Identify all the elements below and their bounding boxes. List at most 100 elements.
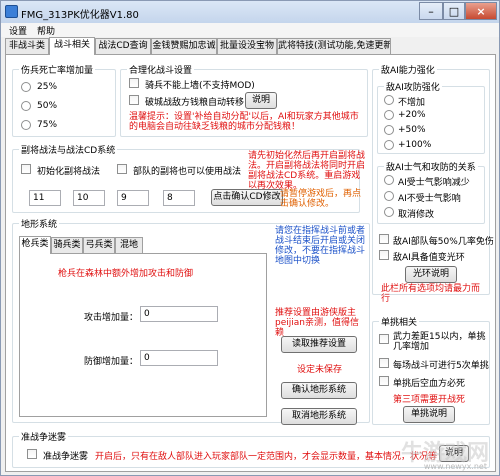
- terrain-desc: 枪兵在森林中额外增加攻击和防御: [58, 269, 194, 279]
- cavalry-wall-label: 骑兵不能上墙(不支持MOD): [145, 81, 255, 91]
- attack-input[interactable]: 0: [140, 306, 218, 322]
- terrain-confirm-button[interactable]: 确认地形系统: [281, 382, 357, 399]
- ai-morale-group: 敌AI士气和攻防的关系 AI受士气影响减少 AI不受士气影响 取消修改: [377, 160, 485, 224]
- ai-halo-checkbox[interactable]: [379, 250, 389, 260]
- menu-settings[interactable]: 设置: [9, 24, 27, 37]
- cd-input-2[interactable]: 10: [73, 190, 105, 206]
- deputy-skill-checkbox[interactable]: [117, 164, 127, 174]
- terrain-note-red: 推荐设置由游侠版主peijian亲测，值得信赖: [275, 308, 359, 338]
- terrain-unsaved: 设定未保存: [297, 365, 343, 375]
- cavalry-wall-checkbox[interactable]: [129, 78, 139, 88]
- ai-opt-explain-button[interactable]: 说明: [245, 92, 277, 109]
- skill-cd-note-orange: 请暂停游戏后，再点击确认修改。: [280, 189, 362, 209]
- radio-75[interactable]: [21, 120, 31, 130]
- cd-input-1[interactable]: 11: [29, 190, 61, 206]
- ai-attack-group: 敌AI攻防强化 不增加 +20% +50% +100%: [377, 80, 485, 154]
- cd-input-4[interactable]: 8: [163, 190, 195, 206]
- skill-cd-title: 副将战法与战法CD系统: [19, 143, 118, 156]
- ai-boost-title: 敌AI能力强化: [379, 63, 437, 76]
- duel-title: 单挑相关: [379, 315, 420, 328]
- ai-attack-50-radio[interactable]: [384, 125, 394, 135]
- read-recommended-button[interactable]: 读取推荐设置: [281, 336, 357, 353]
- ai-halo-label: 敌AI具备值变光环: [393, 253, 465, 263]
- radio-75-label: 75%: [37, 120, 58, 130]
- terrain-group: 地形系统 枪兵类 骑兵类 弓兵类 混地 枪兵在森林中额外增加攻击和防御 攻击增加…: [12, 217, 370, 425]
- cd-input-3[interactable]: 9: [117, 190, 149, 206]
- maximize-button[interactable]: □: [443, 2, 465, 20]
- duel-group: 单挑相关 武力差距15以内，单挑几率增加 每场战斗可进行5次单挑 单挑后空血方必…: [372, 315, 490, 425]
- attack-label: 攻击增加量：: [84, 313, 139, 323]
- fog-title: 准战争迷雾: [19, 430, 69, 443]
- init-skill-label: 初始化副将战法: [37, 167, 101, 177]
- ai-morale-reduce-radio[interactable]: [384, 175, 394, 185]
- ai-attack-50-label: +50%: [398, 125, 426, 135]
- battle-panel: 伤兵死亡率增加量 25% 50% 75% 合理化战斗设置 骑兵不能上墙(不支持M…: [5, 54, 496, 472]
- watermark-url: www.newyx.net: [423, 462, 487, 471]
- ai-morale-cancel-label: 取消修改: [398, 210, 435, 220]
- tab-non-battle[interactable]: 非战斗类: [5, 38, 49, 54]
- tab-skill-cd[interactable]: 战法CD查询: [95, 38, 151, 54]
- app-window: FMG_313PK优化器V1.80 – □ × 设置 帮助 非战斗类 战斗相关 …: [0, 0, 500, 476]
- duel-five-label: 每场战斗可进行5次单挑: [393, 361, 489, 371]
- siege-transfer-checkbox[interactable]: [129, 95, 139, 105]
- init-skill-checkbox[interactable]: [21, 164, 31, 174]
- ai-attack-none-label: 不增加: [398, 98, 426, 108]
- ai-attack-100-label: +100%: [398, 140, 432, 150]
- duel-explain-button[interactable]: 单挑说明: [403, 406, 455, 423]
- defense-input[interactable]: 0: [140, 350, 218, 366]
- duel-chance-checkbox[interactable]: [379, 334, 389, 344]
- ai-morale-none-radio[interactable]: [384, 191, 394, 201]
- ai-morale-reduce-label: AI受士气影响减少: [398, 178, 470, 188]
- radio-50[interactable]: [21, 101, 31, 111]
- duel-five-checkbox[interactable]: [379, 358, 389, 368]
- minimize-button[interactable]: –: [419, 2, 443, 20]
- ai-morale-title: 敌AI士气和攻防的关系: [384, 160, 478, 173]
- radio-25-label: 25%: [37, 82, 58, 92]
- ai-exempt-checkbox[interactable]: [379, 234, 389, 244]
- window-title: FMG_313PK优化器V1.80: [21, 10, 139, 21]
- subtab-mixed[interactable]: 混地: [115, 237, 143, 253]
- duel-death-checkbox[interactable]: [379, 376, 389, 386]
- siege-transfer-label: 破城战敌方钱粮自动转移: [145, 98, 245, 108]
- close-button[interactable]: ×: [465, 2, 497, 20]
- tab-special-skills[interactable]: 武将特技(测试功能,免速更新): [277, 38, 391, 54]
- fog-label: 准战争迷雾: [43, 452, 89, 462]
- subtab-cavalry[interactable]: 骑兵类: [51, 237, 83, 253]
- radio-50-label: 50%: [37, 101, 58, 111]
- tab-gold-loyalty[interactable]: 金钱赞赐加忠诚: [151, 38, 217, 54]
- subtab-archer[interactable]: 弓兵类: [83, 237, 115, 253]
- ai-exempt-label: 敌AI部队每50%几率免伤: [393, 237, 494, 247]
- ai-attack-none-radio[interactable]: [384, 95, 394, 105]
- ai-morale-none-label: AI不受士气影响: [398, 194, 461, 204]
- duel-death-label: 单挑后空血方必死: [393, 379, 466, 389]
- ai-attack-20-radio[interactable]: [384, 110, 394, 120]
- terrain-cancel-button[interactable]: 取消地形系统: [281, 408, 357, 425]
- app-icon: [5, 5, 18, 18]
- fog-checkbox[interactable]: [27, 449, 37, 459]
- ai-attack-100-radio[interactable]: [384, 140, 394, 150]
- duel-chance-label: 武力差距15以内，单挑几率增加: [393, 332, 486, 352]
- radio-25[interactable]: [21, 82, 31, 92]
- terrain-title: 地形系统: [19, 217, 60, 230]
- defense-label: 防御增加量：: [84, 357, 139, 367]
- tab-treasure[interactable]: 批量设没宝物: [217, 38, 277, 54]
- duel-note: 第三项需要开战死: [393, 395, 466, 405]
- skill-cd-note-red: 请先初始化然后再开启副将战法。开启副将战法将同时开启副将战法CD系统。重启游戏以…: [248, 151, 366, 191]
- halo-explain-button[interactable]: 光环说明: [405, 266, 457, 283]
- ai-attack-20-label: +20%: [398, 110, 426, 120]
- death-rate-group: 伤兵死亡率增加量 25% 50% 75%: [12, 63, 116, 137]
- ai-opt-title: 合理化战斗设置: [127, 63, 195, 76]
- ai-boost-note: 此栏所有选项均请最力而行: [381, 284, 481, 304]
- tab-battle[interactable]: 战斗相关: [49, 37, 95, 55]
- fog-desc: 开启后，只有在敌人部队进入玩家部队一定范围内，才会显示数量，基本情况，状况等信息…: [95, 452, 437, 462]
- subtab-spear[interactable]: 枪兵类: [19, 236, 51, 254]
- deputy-skill-label: 部队的副将也可以使用战法: [133, 167, 242, 177]
- terrain-tab-panel: 枪兵在森林中额外增加攻击和防御 攻击增加量： 0 防御增加量： 0: [19, 253, 267, 417]
- ai-attack-title: 敌AI攻防强化: [384, 80, 442, 93]
- death-rate-title: 伤兵死亡率增加量: [19, 63, 96, 76]
- ai-morale-cancel-radio[interactable]: [384, 207, 394, 217]
- title-bar: FMG_313PK优化器V1.80 – □ ×: [1, 1, 499, 23]
- ai-opt-tip: 温馨提示：设置'补给自动分配'以后，AI和玩家方其他城市的电脑会自动往缺乏钱粮的…: [129, 112, 359, 132]
- cd-confirm-button[interactable]: 点击确认CD修改: [211, 189, 283, 206]
- menu-help[interactable]: 帮助: [37, 24, 55, 37]
